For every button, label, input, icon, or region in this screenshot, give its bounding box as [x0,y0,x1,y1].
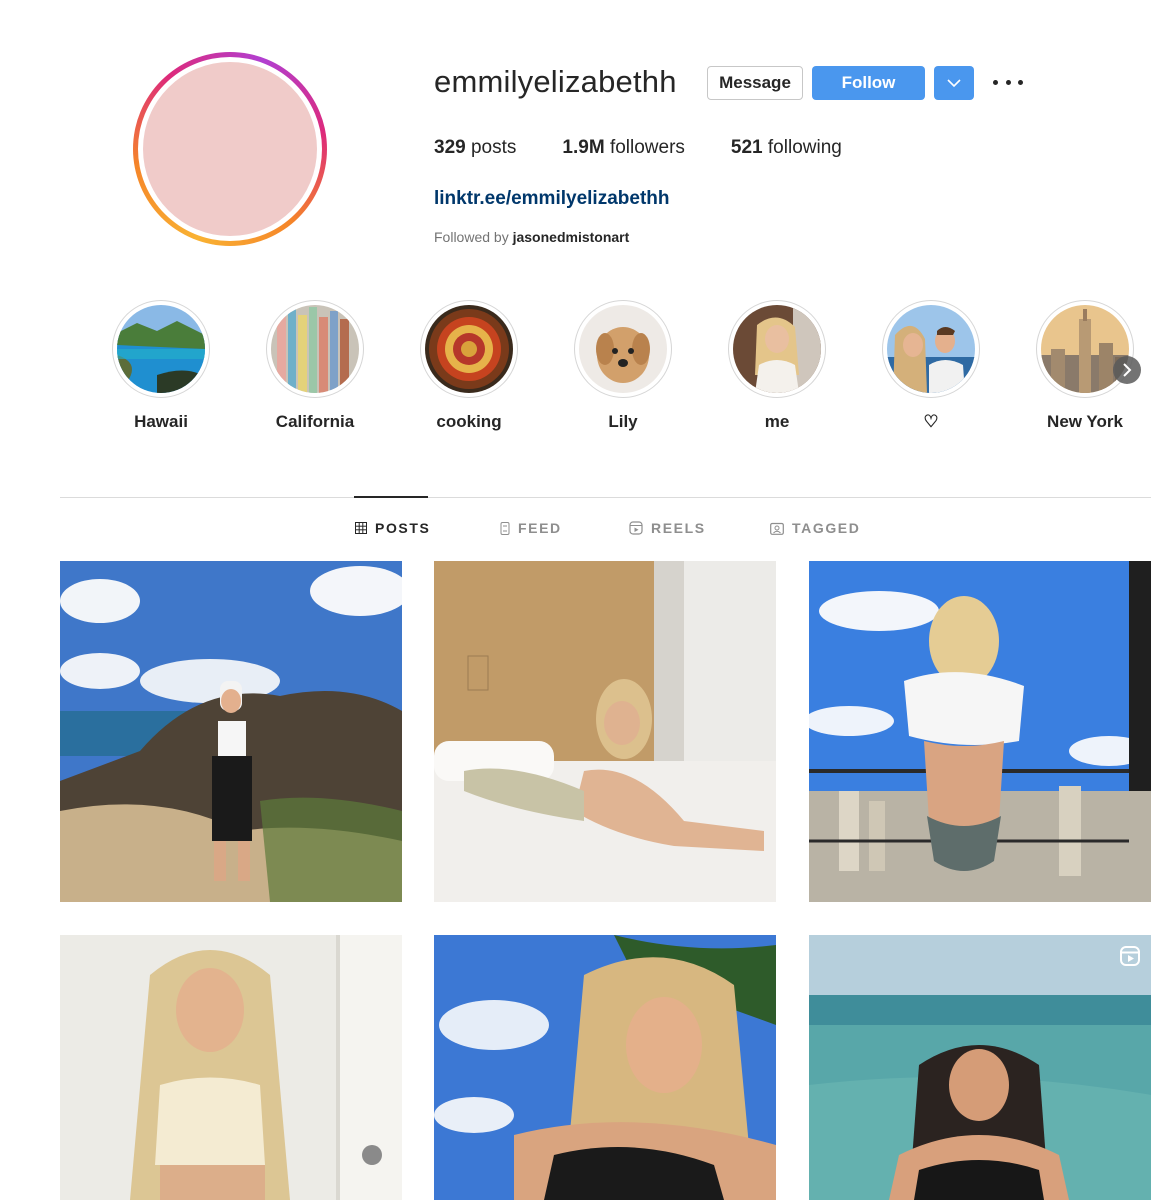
tab-tagged[interactable]: TAGGED [770,520,860,536]
more-options-icon[interactable] [993,72,1023,92]
tagged-icon [770,522,784,535]
reel-badge-icon [1120,946,1140,966]
suggested-dropdown-button[interactable] [934,66,974,100]
grid-icon [355,522,367,534]
chevron-down-icon [947,78,961,87]
message-button[interactable]: Message [707,66,803,100]
highlight-label: New York [1047,412,1123,431]
posts-stat[interactable]: 329 posts [434,137,516,159]
followers-stat[interactable]: 1.9M followers [562,137,685,159]
highlight-thumbnail [425,305,513,393]
active-tab-indicator [354,496,428,498]
post-tile[interactable] [60,561,402,902]
highlight-label: California [275,412,355,431]
chevron-right-icon [1123,363,1132,377]
tabs-divider [60,497,1151,498]
highlight-label: Lily [608,412,638,431]
highlight-thumbnail [733,305,821,393]
highlight-label: Hawaii [134,412,188,431]
tab-posts[interactable]: POSTS [355,520,430,536]
highlight-label: ♡ [923,412,939,431]
tab-reels[interactable]: REELS [629,520,706,536]
avatar[interactable] [143,62,317,236]
post-tile[interactable] [60,935,402,1200]
highlight-thumbnail [1041,305,1129,393]
feed-icon [500,521,510,535]
tab-feed[interactable]: FEED [500,520,562,536]
highlight-heart[interactable]: ♡ [881,300,981,432]
post-tile[interactable] [809,561,1151,902]
highlight-lily[interactable]: Lily [573,300,673,432]
followed-by-user[interactable]: jasonedmistonart [513,229,630,245]
highlight-label: me [764,412,790,431]
highlight-thumbnail [271,305,359,393]
reels-icon [629,521,643,535]
profile-stats: 329 posts 1.9M followers 521 following [434,137,888,159]
highlight-thumbnail [117,305,205,393]
highlights-next-button[interactable] [1113,356,1141,384]
follow-button[interactable]: Follow [812,66,925,100]
highlight-me[interactable]: me [727,300,827,432]
followed-by: Followed by jasonedmistonart [434,229,630,245]
username: emmilyelizabethh [434,64,677,99]
post-tile[interactable] [434,935,776,1200]
highlight-label: cooking [436,412,502,431]
bio-link[interactable]: linktr.ee/emmilyelizabethh [434,188,669,210]
highlight-thumbnail [579,305,667,393]
highlight-hawaii[interactable]: Hawaii [111,300,211,432]
highlight-california[interactable]: California [265,300,365,432]
post-tile[interactable] [434,561,776,902]
following-stat[interactable]: 521 following [731,137,842,159]
post-tile[interactable] [809,935,1151,1200]
highlight-cooking[interactable]: cooking [419,300,519,432]
highlight-thumbnail [887,305,975,393]
